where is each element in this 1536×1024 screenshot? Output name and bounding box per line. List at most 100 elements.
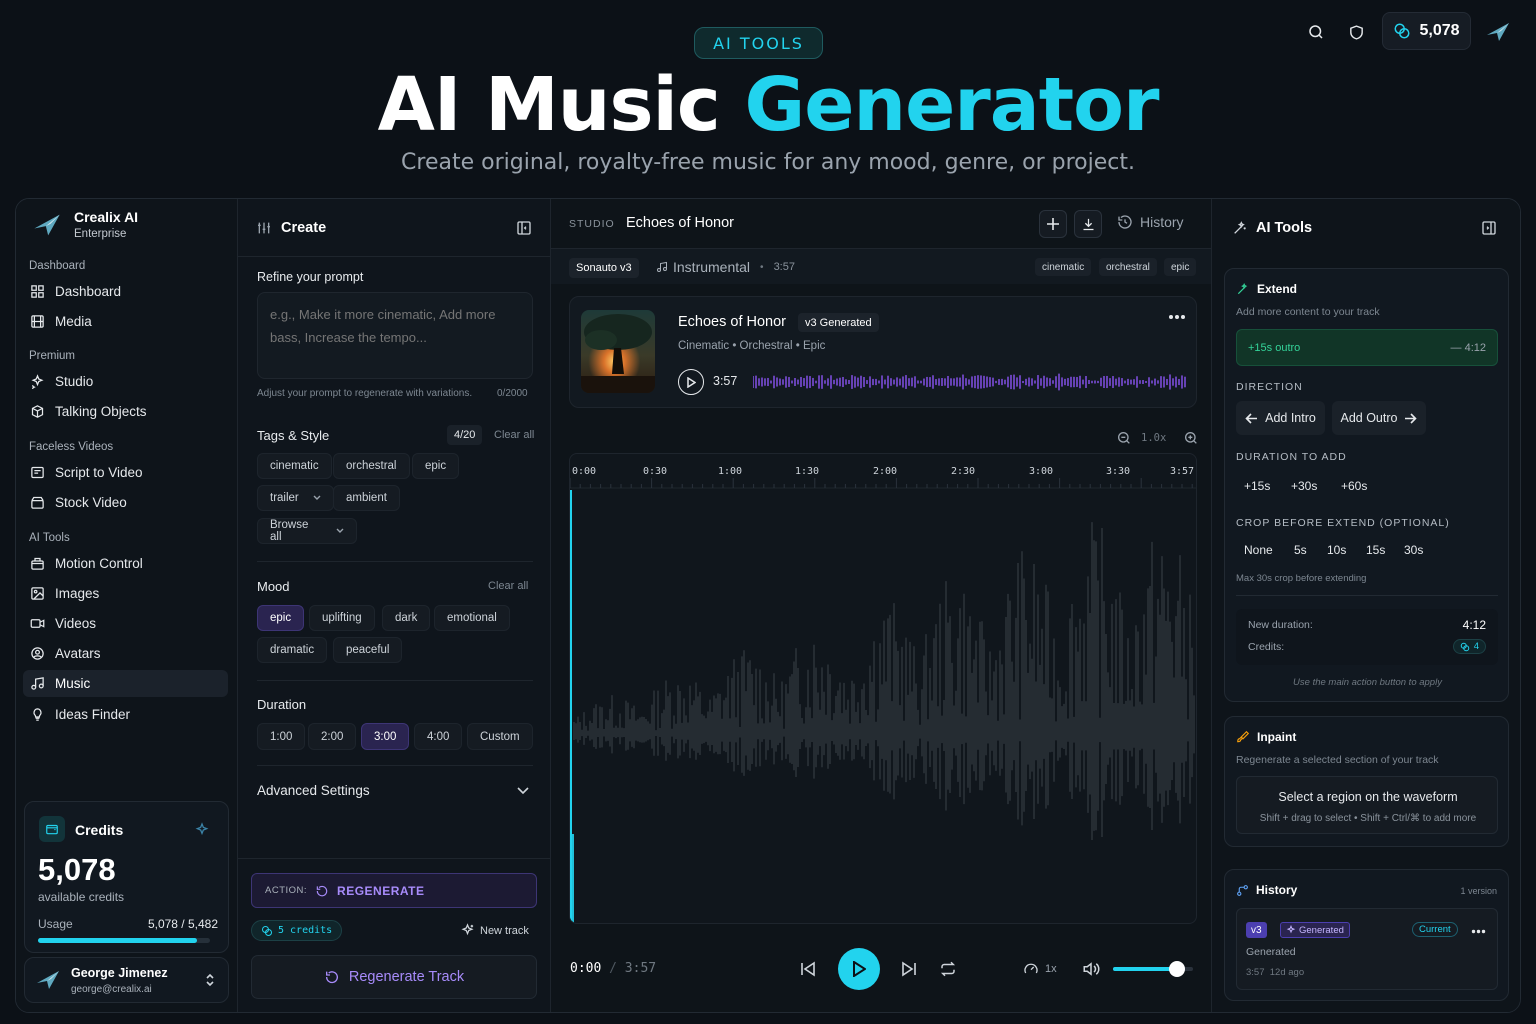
timeline-tick: 1:00 xyxy=(718,466,743,477)
speed-control[interactable]: 1x xyxy=(1023,961,1057,977)
tags-count: 4/20 xyxy=(447,425,483,445)
duration-option[interactable]: 2:00 xyxy=(308,723,357,750)
sidebar-item-media[interactable]: Media xyxy=(23,308,228,335)
add-button[interactable] xyxy=(1039,210,1067,238)
tag-chip[interactable]: ambient xyxy=(333,485,400,511)
prompt-count: 0/2000 xyxy=(497,388,528,399)
skip-forward-icon[interactable] xyxy=(900,961,918,977)
duration-add-option[interactable]: +60s xyxy=(1341,479,1367,493)
ai-tools-header: AI Tools xyxy=(1232,220,1312,236)
mood-chip[interactable]: peaceful xyxy=(333,637,403,663)
duration-option[interactable]: 3:00 xyxy=(361,723,410,750)
extend-card: Extend Add more content to your track +1… xyxy=(1224,268,1509,702)
sidebar-item-music[interactable]: Music xyxy=(23,670,228,697)
tag-chip-dropdown[interactable]: trailer xyxy=(257,485,334,511)
mood-chip[interactable]: uplifting xyxy=(309,605,375,631)
wallet-icon xyxy=(39,816,65,842)
user-card[interactable]: George Jimenez george@crealix.ai xyxy=(24,957,229,1003)
add-outro-button[interactable]: Add Outro xyxy=(1332,401,1426,435)
play-button[interactable] xyxy=(838,948,880,990)
sidebar-item-avatars[interactable]: Avatars xyxy=(23,640,228,667)
time-display: 0:00 / 3:57 xyxy=(570,961,656,976)
duration-option[interactable]: 4:00 xyxy=(414,723,463,750)
mini-play-button[interactable] xyxy=(678,369,704,395)
volume-knob[interactable] xyxy=(1169,961,1185,977)
browse-all-button[interactable]: Browse all xyxy=(257,518,357,544)
skip-back-icon[interactable] xyxy=(799,961,817,977)
more-icon[interactable] xyxy=(1471,929,1486,934)
sidebar-item-script-to-video[interactable]: Script to Video xyxy=(23,459,228,486)
page-subtitle: Create original, royalty-free music for … xyxy=(401,150,1135,175)
duration-to-add-label: DURATION TO ADD xyxy=(1236,451,1347,463)
repeat-icon[interactable] xyxy=(939,961,957,977)
advanced-settings-toggle[interactable]: Advanced Settings xyxy=(257,783,370,798)
crop-option[interactable]: None xyxy=(1244,543,1273,557)
crop-option[interactable]: 10s xyxy=(1327,543,1346,557)
history-item[interactable]: v3 Generated Current Generated 3:57 12d … xyxy=(1236,908,1498,990)
current-time: 0:00 xyxy=(570,961,602,976)
crop-option[interactable]: 15s xyxy=(1366,543,1385,557)
sidebar-item-videos[interactable]: Videos xyxy=(23,610,228,637)
credits-pill[interactable]: 5,078 xyxy=(1382,12,1471,50)
mood-chip[interactable]: dramatic xyxy=(257,637,328,663)
download-button[interactable] xyxy=(1074,210,1102,238)
sidebar-item-label: Avatars xyxy=(55,646,101,661)
duration-option[interactable]: Custom xyxy=(467,723,533,750)
mood-chip[interactable]: emotional xyxy=(434,605,510,631)
new-track-button[interactable]: New track xyxy=(460,923,529,938)
direction-label: DIRECTION xyxy=(1236,381,1303,393)
sidebar-item-studio[interactable]: Studio xyxy=(23,368,228,395)
duration-add-option[interactable]: +30s xyxy=(1291,479,1317,493)
mood-clear-button[interactable]: Clear all xyxy=(488,580,528,592)
sidebar-item-talking-objects[interactable]: Talking Objects xyxy=(23,398,228,425)
tags-clear-button[interactable]: Clear all xyxy=(494,429,534,441)
tag-chip[interactable]: cinematic xyxy=(257,453,332,479)
shield-icon[interactable] xyxy=(1344,20,1368,44)
timeline-tick: 0:30 xyxy=(643,466,668,477)
duration-option[interactable]: 1:00 xyxy=(257,723,306,750)
inpaint-select-box[interactable]: Select a region on the waveform Shift + … xyxy=(1236,776,1498,834)
playhead-handle[interactable] xyxy=(570,834,574,923)
sidebar-item-motion-control[interactable]: Motion Control xyxy=(23,550,228,577)
search-icon[interactable] xyxy=(1304,20,1328,44)
regenerate-button[interactable]: Regenerate Track xyxy=(251,955,537,999)
refresh-icon xyxy=(324,969,340,985)
avatar[interactable] xyxy=(1484,19,1512,45)
brand[interactable]: Crealix AI Enterprise xyxy=(32,209,138,240)
prompt-textarea[interactable] xyxy=(257,292,533,379)
volume-slider[interactable] xyxy=(1113,961,1193,977)
waveform-editor[interactable] xyxy=(569,453,1197,924)
app-frame: Crealix AI Enterprise Dashboard Dashboar… xyxy=(15,198,1521,1013)
mood-chip[interactable]: epic xyxy=(257,605,305,631)
new-track-label: New track xyxy=(480,924,529,937)
sidebar-item-images[interactable]: Images xyxy=(23,580,228,607)
sidebar-item-stock-video[interactable]: Stock Video xyxy=(23,489,228,516)
zoom-out-icon[interactable] xyxy=(1116,430,1132,446)
action-indicator[interactable]: ACTION: REGENERATE xyxy=(251,873,537,908)
studio-label: STUDIO xyxy=(569,218,615,230)
brand-plan: Enterprise xyxy=(74,228,127,240)
chevron-updown-icon[interactable] xyxy=(204,973,216,987)
action-name: REGENERATE xyxy=(337,883,425,898)
zoom-in-icon[interactable] xyxy=(1183,430,1199,446)
crop-option[interactable]: 5s xyxy=(1294,543,1307,557)
track-length: 3:57 xyxy=(773,261,795,273)
add-intro-button[interactable]: Add Intro xyxy=(1236,401,1325,435)
volume-icon[interactable] xyxy=(1082,961,1100,977)
mood-chip[interactable]: dark xyxy=(382,605,431,631)
tag-chip[interactable]: epic xyxy=(412,453,460,479)
waveform[interactable] xyxy=(570,454,1197,924)
history-button[interactable]: History xyxy=(1117,214,1184,230)
sparkles-icon xyxy=(1286,925,1296,935)
more-icon[interactable] xyxy=(1168,314,1186,320)
collapse-panel-icon[interactable] xyxy=(516,220,532,236)
chevron-down-icon[interactable] xyxy=(517,787,529,795)
sidebar-item-ideas-finder[interactable]: Ideas Finder xyxy=(23,701,228,728)
crop-option[interactable]: 30s xyxy=(1404,543,1423,557)
sidebar-item-dashboard[interactable]: Dashboard xyxy=(23,278,228,305)
collapse-panel-icon[interactable] xyxy=(1481,220,1497,236)
duration-add-option[interactable]: +15s xyxy=(1244,479,1270,493)
mini-waveform[interactable] xyxy=(753,370,1187,394)
sidebar-item-label: Videos xyxy=(55,616,97,631)
tag-chip[interactable]: orchestral xyxy=(333,453,410,479)
